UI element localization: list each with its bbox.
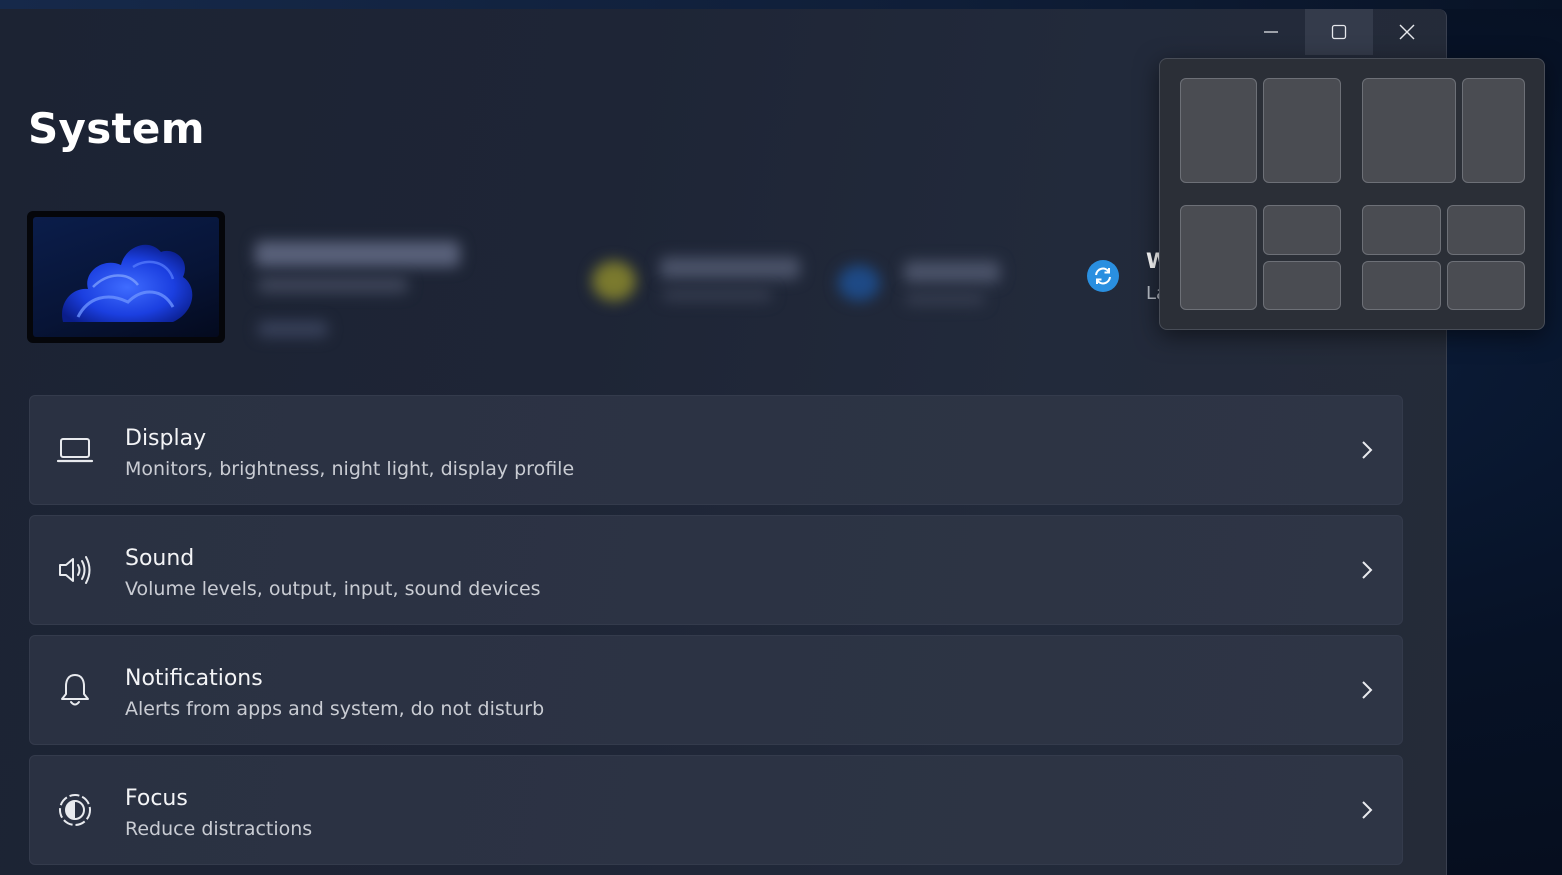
chevron-right-icon <box>1362 681 1373 699</box>
speaker-icon <box>56 552 94 588</box>
snap-zone-two-columns-right[interactable] <box>1263 78 1341 183</box>
snap-zone-quad-bottom-right[interactable] <box>1447 261 1525 310</box>
close-icon <box>1399 24 1415 40</box>
card-title: Sound <box>125 546 195 571</box>
wallpaper-image <box>33 217 219 337</box>
setting-card-notifications[interactable]: Notifications Alerts from apps and syste… <box>29 635 1403 745</box>
card-subtitle: Alerts from apps and system, do not dist… <box>125 698 545 720</box>
minimize-button[interactable] <box>1237 9 1305 55</box>
card-title: Display <box>125 426 207 451</box>
chevron-right-icon <box>1362 561 1373 579</box>
laptop-icon <box>56 432 94 468</box>
snap-zone-wide-left[interactable] <box>1362 78 1456 183</box>
snap-zone-two-columns-left[interactable] <box>1180 78 1257 183</box>
card-title: Focus <box>125 786 188 811</box>
minimize-icon <box>1264 31 1278 33</box>
device-model-blurred <box>258 277 408 293</box>
chevron-right-icon <box>1362 801 1373 819</box>
desktop-top-edge <box>0 0 1562 9</box>
device-rename-blurred <box>258 321 328 337</box>
card-title: Notifications <box>125 666 263 691</box>
snap-zone-right-bottom[interactable] <box>1263 261 1341 310</box>
close-button[interactable] <box>1373 9 1441 55</box>
setting-card-sound[interactable]: Sound Volume levels, output, input, soun… <box>29 515 1403 625</box>
snap-zone-right-top[interactable] <box>1263 205 1341 255</box>
microsoft-text-blurred <box>904 261 1000 283</box>
snap-zone-narrow-right[interactable] <box>1462 78 1525 183</box>
setting-card-focus[interactable]: Focus Reduce distractions <box>29 755 1403 865</box>
page-title: System <box>28 104 205 153</box>
maximize-icon <box>1331 24 1347 40</box>
snap-layouts-flyout <box>1159 58 1545 330</box>
onedrive-icon-blurred <box>592 261 636 301</box>
chevron-right-icon <box>1362 441 1373 459</box>
card-subtitle: Volume levels, output, input, sound devi… <box>125 578 541 600</box>
card-subtitle: Reduce distractions <box>125 818 313 840</box>
update-title: W <box>1146 249 1160 273</box>
device-name-blurred <box>255 241 460 267</box>
onedrive-text-blurred <box>660 257 800 279</box>
microsoft-sub-blurred <box>905 293 985 305</box>
maximize-button[interactable] <box>1305 9 1373 55</box>
card-subtitle: Monitors, brightness, night light, displ… <box>125 458 575 480</box>
update-subtitle: La <box>1146 283 1160 304</box>
bell-icon <box>56 672 94 708</box>
onedrive-sub-blurred <box>662 289 772 301</box>
microsoft-icon-blurred <box>838 265 880 301</box>
setting-card-display[interactable]: Display Monitors, brightness, night ligh… <box>29 395 1403 505</box>
snap-zone-quad-top-left[interactable] <box>1362 205 1441 255</box>
sync-icon <box>1095 267 1111 285</box>
windows-update-button[interactable] <box>1087 260 1119 292</box>
device-thumbnail[interactable] <box>27 211 225 343</box>
snap-zone-left-column[interactable] <box>1180 205 1257 310</box>
windows-bloom-icon <box>62 244 193 322</box>
snap-zone-quad-top-right[interactable] <box>1447 205 1525 255</box>
focus-icon <box>56 792 94 828</box>
snap-zone-quad-bottom-left[interactable] <box>1362 261 1441 310</box>
